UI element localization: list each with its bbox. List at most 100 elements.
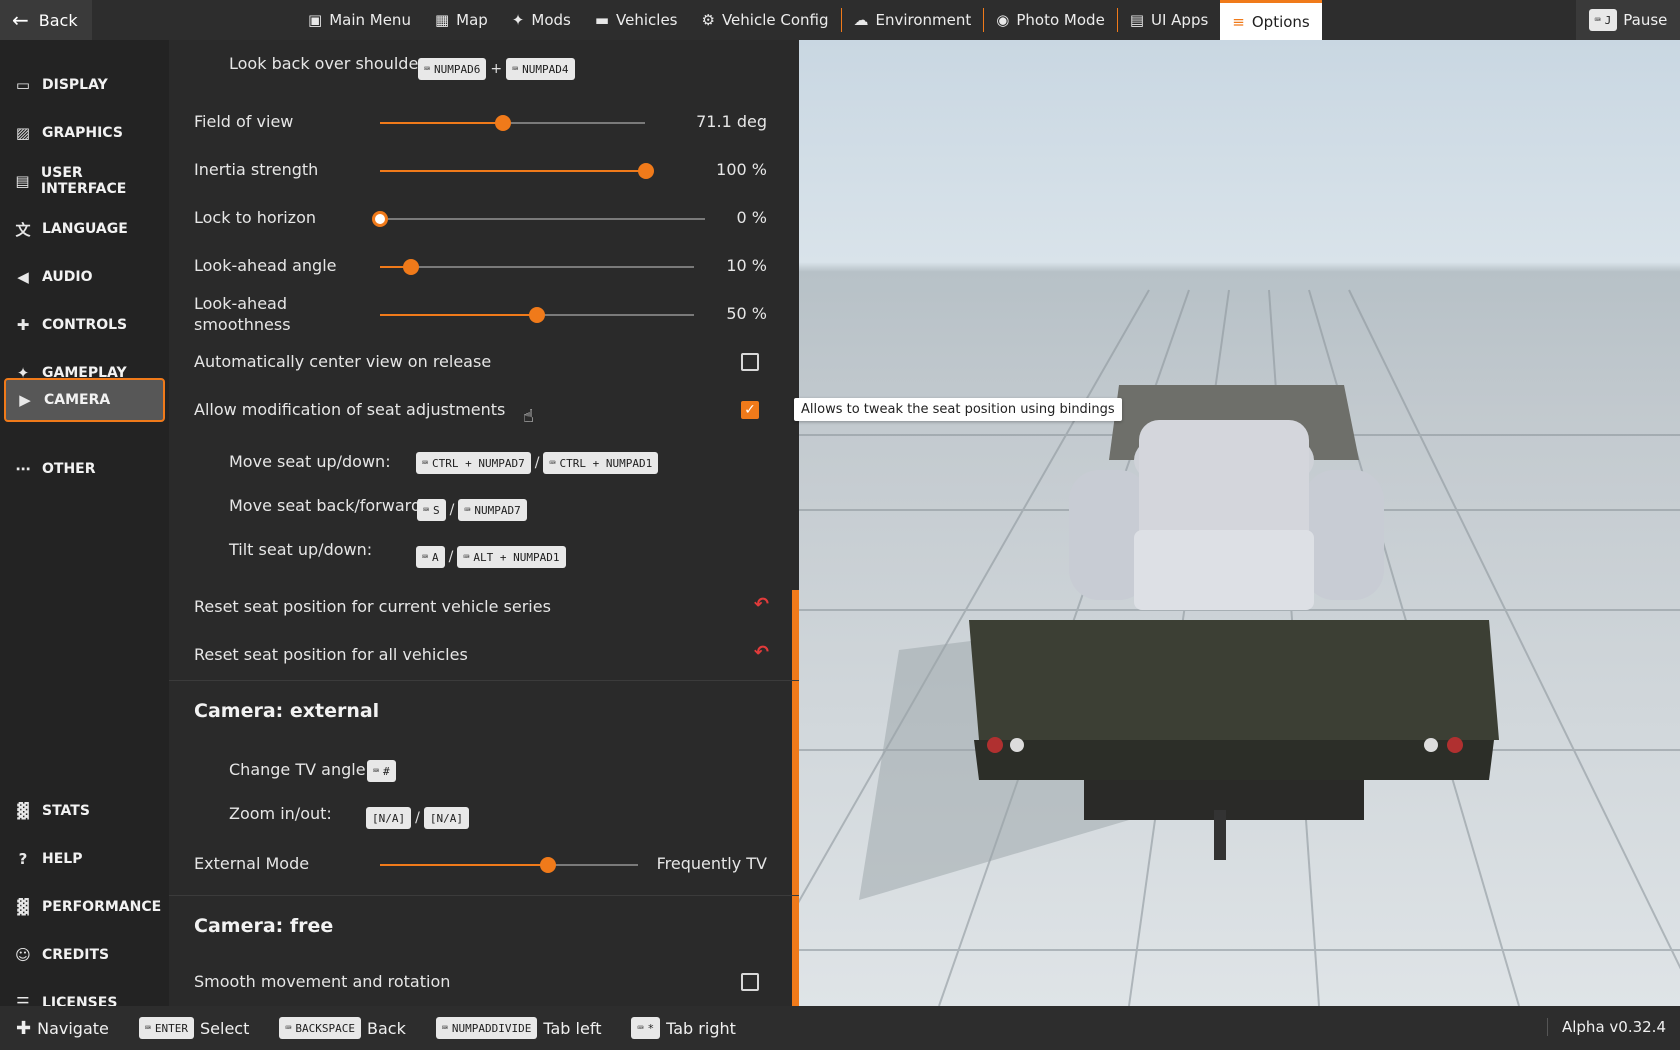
dpad-icon: ✚ [16,1017,32,1039]
keybind-chip[interactable]: ⌨ NUMPAD7 [458,499,527,521]
slider-knob[interactable] [403,259,420,275]
lock-horizon-slider[interactable] [372,211,705,227]
keyboard-icon: ⌨ [144,1022,151,1034]
reset-all-button[interactable]: ↶ [754,642,769,663]
game-viewport[interactable] [799,40,1680,1006]
sidebar-item-help[interactable]: ? HELP [4,838,165,880]
keyboard-icon: ⌨ [422,551,429,563]
keybind-chip[interactable]: ⌨ A [416,546,445,568]
tab-vehicle-config[interactable]: ⚙ Vehicle Config [690,0,841,40]
sidebar-item-user-interface[interactable]: ▤ USER INTERFACE [4,160,165,202]
inertia-label: Inertia strength [194,160,319,179]
keybind-chip[interactable]: ⌨ S [417,499,446,521]
seat-backfwd-label: Move seat back/forward: [229,496,427,515]
external-mode-value: Frequently TV [656,854,767,873]
keyboard-icon: ⌨ [1594,14,1601,26]
fov-slider[interactable] [380,115,645,131]
hint-tab-left: ⌨ NUMPADDIVIDE Tab left [435,1017,601,1039]
slider-fill [380,314,537,316]
slider-knob[interactable] [529,307,545,323]
sidebar-item-graphics[interactable]: ▨ GRAPHICS [4,112,165,154]
tab-environment[interactable]: ☁ Environment [842,0,984,40]
slider-fill [380,170,646,172]
back-button[interactable]: ← Back [0,0,92,40]
keybind-chip[interactable]: ⌨ NUMPAD4 [506,58,575,80]
tab-ui-apps[interactable]: ▤ UI Apps [1118,0,1220,40]
arrow-left-icon: ← [12,8,29,32]
keyboard-key: ⌨ J [1588,9,1618,31]
inertia-slider[interactable] [380,163,654,179]
keybind-chip[interactable]: [N/A] [423,807,469,829]
reset-series-button[interactable]: ↶ [754,594,769,615]
slider-knob[interactable] [539,857,556,873]
keyboard-icon: ⌨ [463,551,470,563]
sidebar-item-display[interactable]: ▭ DISPLAY [4,64,165,106]
look-back-bindings: ⌨ NUMPAD6 + ⌨ NUMPAD4 [418,58,575,80]
sidebar-item-language[interactable]: 文 LANGUAGE [4,208,165,250]
main-menu-icon: ▣ [308,11,323,29]
reset-series-label: Reset seat position for current vehicle … [194,597,551,616]
hint-navigate: ✚ Navigate [16,1017,109,1039]
tab-main-menu[interactable]: ▣ Main Menu [296,0,423,40]
image-icon: ▨ [15,124,31,142]
keyboard-icon: ⌨ [424,63,431,75]
sidebar-item-camera[interactable]: ▶ CAMERA [4,378,165,422]
bar-chart-icon: ▓ [17,802,29,820]
look-ahead-smoothness-value: 50 % [726,304,767,323]
keyboard-key: ⌨ BACKSPACE [279,1017,362,1039]
keyboard-icon: ⌨ [441,1022,448,1034]
keybind-chip[interactable]: ⌨ ALT + NUMPAD1 [457,546,566,568]
auto-center-checkbox[interactable] [741,353,759,371]
ui-icon: ▤ [15,172,30,190]
slider-knob[interactable] [495,115,512,131]
fov-label: Field of view [194,112,294,131]
keybind-chip[interactable]: ⌨ CTRL + NUMPAD7 [416,452,531,474]
keyboard-icon: ⌨ [464,504,471,516]
keyboard-icon: ⌨ [422,457,429,469]
sidebar-item-credits[interactable]: ☺ CREDITS [4,934,165,976]
keybind-chip[interactable]: ⌨ CTRL + NUMPAD1 [543,452,659,474]
seat-mod-checkbox[interactable]: ✓ [741,401,759,419]
sidebar-item-audio[interactable]: ◀ AUDIO [4,256,165,298]
external-mode-slider[interactable] [380,857,638,873]
keyboard-key: ⌨ NUMPADDIVIDE [435,1017,538,1039]
gamepad-icon: ✚ [16,316,30,334]
help-icon: ? [18,850,28,868]
sidebar-item-controls[interactable]: ✚ CONTROLS [4,304,165,346]
seat-tilt-label: Tilt seat up/down: [229,540,373,559]
keybind-chip[interactable]: ⌨ # [367,760,396,782]
look-ahead-angle-slider[interactable] [380,259,694,275]
keybind-chip[interactable]: [N/A] [366,807,412,829]
panel-scrollbar[interactable] [792,590,799,1006]
keyboard-icon: ⌨ [512,63,519,75]
tab-options[interactable]: ≡ Options [1220,0,1322,40]
seat-mod-label: Allow modification of seat adjustments [194,400,506,419]
sidebar-item-other[interactable]: ⋯ OTHER [4,448,165,490]
seat-updown-label: Move seat up/down: [229,452,391,471]
sliders-icon: ≡ [1232,12,1245,31]
sidebar-item-performance[interactable]: ▓ PERFORMANCE [4,886,165,928]
tab-vehicles[interactable]: ▬ Vehicles [583,0,690,40]
tv-angle-bindings: ⌨ # [367,760,396,782]
sidebar-item-stats[interactable]: ▓ STATS [4,790,165,832]
auto-center-label: Automatically center view on release [194,352,492,371]
keyboard-icon: ⌨ [423,504,430,516]
smooth-move-checkbox[interactable] [741,973,759,991]
hint-select: ⌨ ENTER Select [138,1017,249,1039]
more-icon: ⋯ [15,460,31,478]
section-divider [169,680,799,681]
look-back-label: Look back over shoulder: [229,54,430,73]
pause-button[interactable]: ⌨ J Pause [1576,0,1680,40]
keyboard-icon: ⌨ [373,765,380,777]
fov-value: 71.1 deg [696,112,767,131]
lock-horizon-value: 0 % [736,208,767,227]
keybind-chip[interactable]: ⌨ NUMPAD6 [418,58,487,80]
slider-knob[interactable] [372,211,388,227]
look-ahead-smoothness-slider[interactable] [380,307,694,323]
slider-knob[interactable] [638,163,654,179]
tab-map[interactable]: ▦ Map [423,0,500,40]
people-icon: ☺ [15,946,31,964]
tab-photo-mode[interactable]: ◉ Photo Mode [984,0,1117,40]
tab-mods[interactable]: ✦ Mods [500,0,583,40]
options-sidebar: ▭ DISPLAY ▨ GRAPHICS ▤ USER INTERFACE 文 LANG… [0,40,169,1012]
